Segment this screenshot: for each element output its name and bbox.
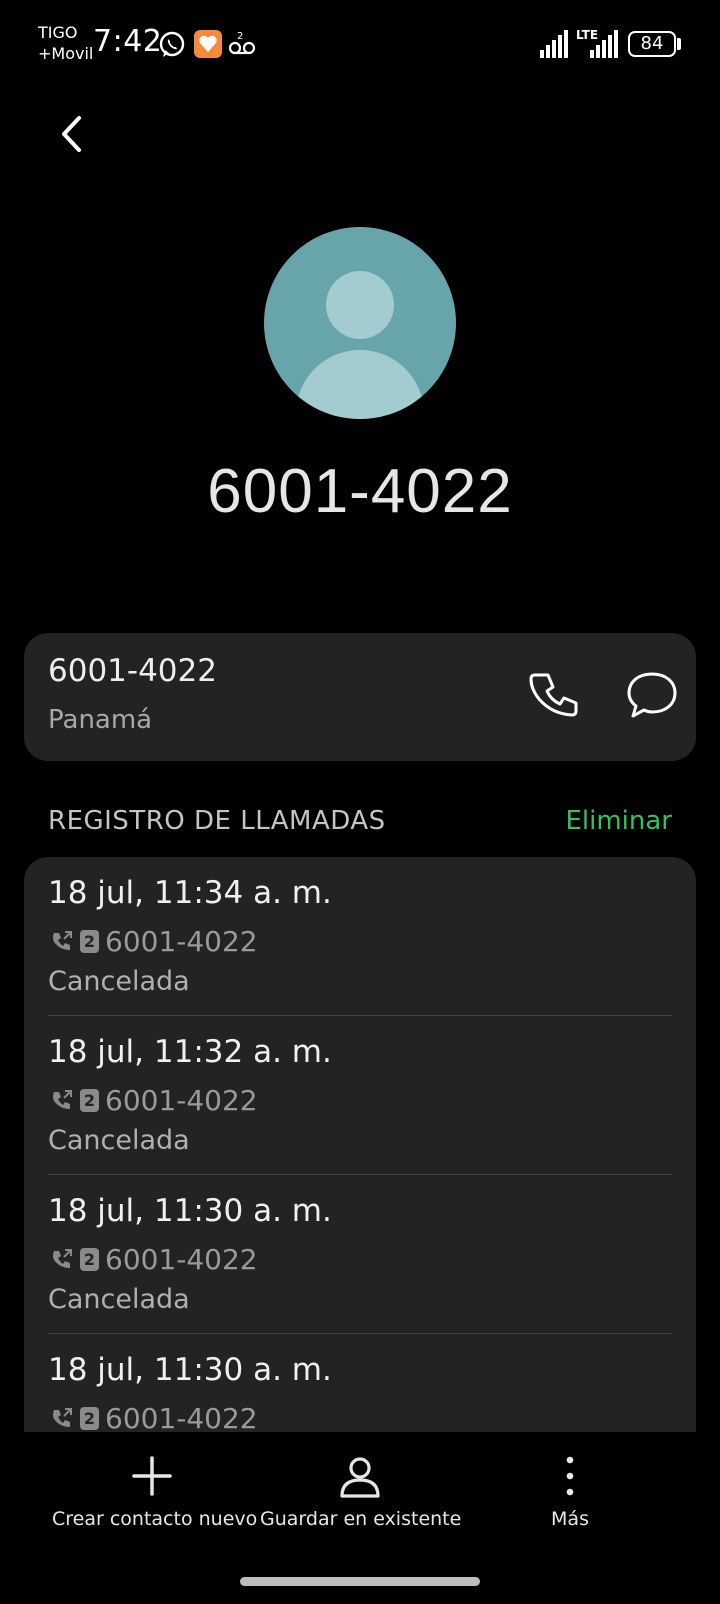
- call-details: 2 6001-4022: [50, 1242, 258, 1276]
- more-vertical-icon: [566, 1456, 574, 1496]
- call-number: 6001-4022: [105, 1401, 258, 1435]
- call-details: 2 6001-4022: [50, 1401, 258, 1435]
- battery-cap: [677, 38, 681, 50]
- contact-detail-screen: TIGO +Movil 7:42 2 LTE 84 6001-4022 6001…: [0, 0, 720, 1604]
- contact-avatar: [264, 227, 456, 419]
- call-details: 2 6001-4022: [50, 1083, 258, 1117]
- save-existing-button[interactable]: Guardar en existente: [260, 1454, 462, 1530]
- call-time: 18 jul, 11:34 a. m.: [48, 875, 332, 911]
- carrier-line2: +Movil: [38, 44, 94, 63]
- status-bar: TIGO +Movil 7:42 2 LTE 84: [0, 0, 720, 90]
- call-log-outgoing-icon: [53, 1408, 72, 1427]
- person-icon: [340, 1457, 380, 1498]
- home-indicator[interactable]: [240, 1577, 480, 1586]
- phone-icon[interactable]: [526, 665, 586, 725]
- phone-number-card[interactable]: 6001-4022 Panamá: [24, 633, 696, 761]
- whatsapp-icon: [159, 31, 185, 57]
- call-time: 18 jul, 11:30 a. m.: [48, 1352, 332, 1388]
- sim-badge: 2: [80, 1247, 99, 1271]
- sim-badge: 2: [80, 1406, 99, 1430]
- call-number: 6001-4022: [105, 1242, 258, 1276]
- call-status: Cancelada: [48, 1284, 190, 1315]
- voicemail-icon: 2: [228, 31, 256, 55]
- more-label: Más: [551, 1508, 589, 1530]
- avatar-body: [296, 350, 424, 419]
- call-log-outgoing-icon: [53, 1090, 72, 1109]
- call-log-entry[interactable]: 18 jul, 11:32 a. m. 2 6001-4022 Cancelad…: [24, 1016, 696, 1175]
- plus-icon: [132, 1456, 172, 1496]
- call-status: Cancelada: [48, 966, 190, 997]
- call-log-title: REGISTRO DE LLAMADAS: [48, 806, 386, 836]
- call-time: 18 jul, 11:32 a. m.: [48, 1034, 332, 1070]
- sim-badge: 2: [80, 1088, 99, 1112]
- svg-text:2: 2: [237, 31, 243, 42]
- call-time: 18 jul, 11:30 a. m.: [48, 1193, 332, 1229]
- create-contact-label: Crear contacto nuevo: [52, 1508, 258, 1530]
- call-log-list: 18 jul, 11:34 a. m. 2 6001-4022 Cancelad…: [24, 857, 696, 1457]
- create-contact-button[interactable]: Crear contacto nuevo: [52, 1454, 258, 1530]
- card-country: Panamá: [48, 705, 153, 735]
- signal-icon-2: [590, 30, 618, 58]
- call-details: 2 6001-4022: [50, 924, 258, 958]
- call-log-outgoing-icon: [53, 931, 72, 950]
- contact-number-title: 6001-4022: [207, 457, 513, 526]
- health-app-icon: [194, 30, 222, 58]
- more-button[interactable]: Más: [520, 1454, 620, 1530]
- message-icon[interactable]: [622, 665, 682, 725]
- call-log-outgoing-icon: [53, 1249, 72, 1268]
- call-number: 6001-4022: [105, 924, 258, 958]
- delete-log-button[interactable]: Eliminar: [565, 806, 672, 836]
- call-log-entry[interactable]: 18 jul, 11:34 a. m. 2 6001-4022 Cancelad…: [24, 857, 696, 1016]
- card-phone-number: 6001-4022: [48, 653, 217, 689]
- call-log-entry[interactable]: 18 jul, 11:30 a. m. 2 6001-4022 Cancelad…: [24, 1175, 696, 1334]
- back-arrow-icon[interactable]: [50, 108, 94, 160]
- save-existing-label: Guardar en existente: [260, 1508, 462, 1530]
- avatar-head: [326, 271, 394, 339]
- call-status: Cancelada: [48, 1125, 190, 1156]
- status-time: 7:42: [93, 24, 163, 59]
- battery-indicator: 84: [628, 31, 676, 57]
- call-number: 6001-4022: [105, 1083, 258, 1117]
- carrier-line1: TIGO: [38, 23, 78, 42]
- signal-icon: [540, 30, 568, 58]
- carrier-label: TIGO +Movil: [38, 22, 93, 64]
- sim-badge: 2: [80, 929, 99, 953]
